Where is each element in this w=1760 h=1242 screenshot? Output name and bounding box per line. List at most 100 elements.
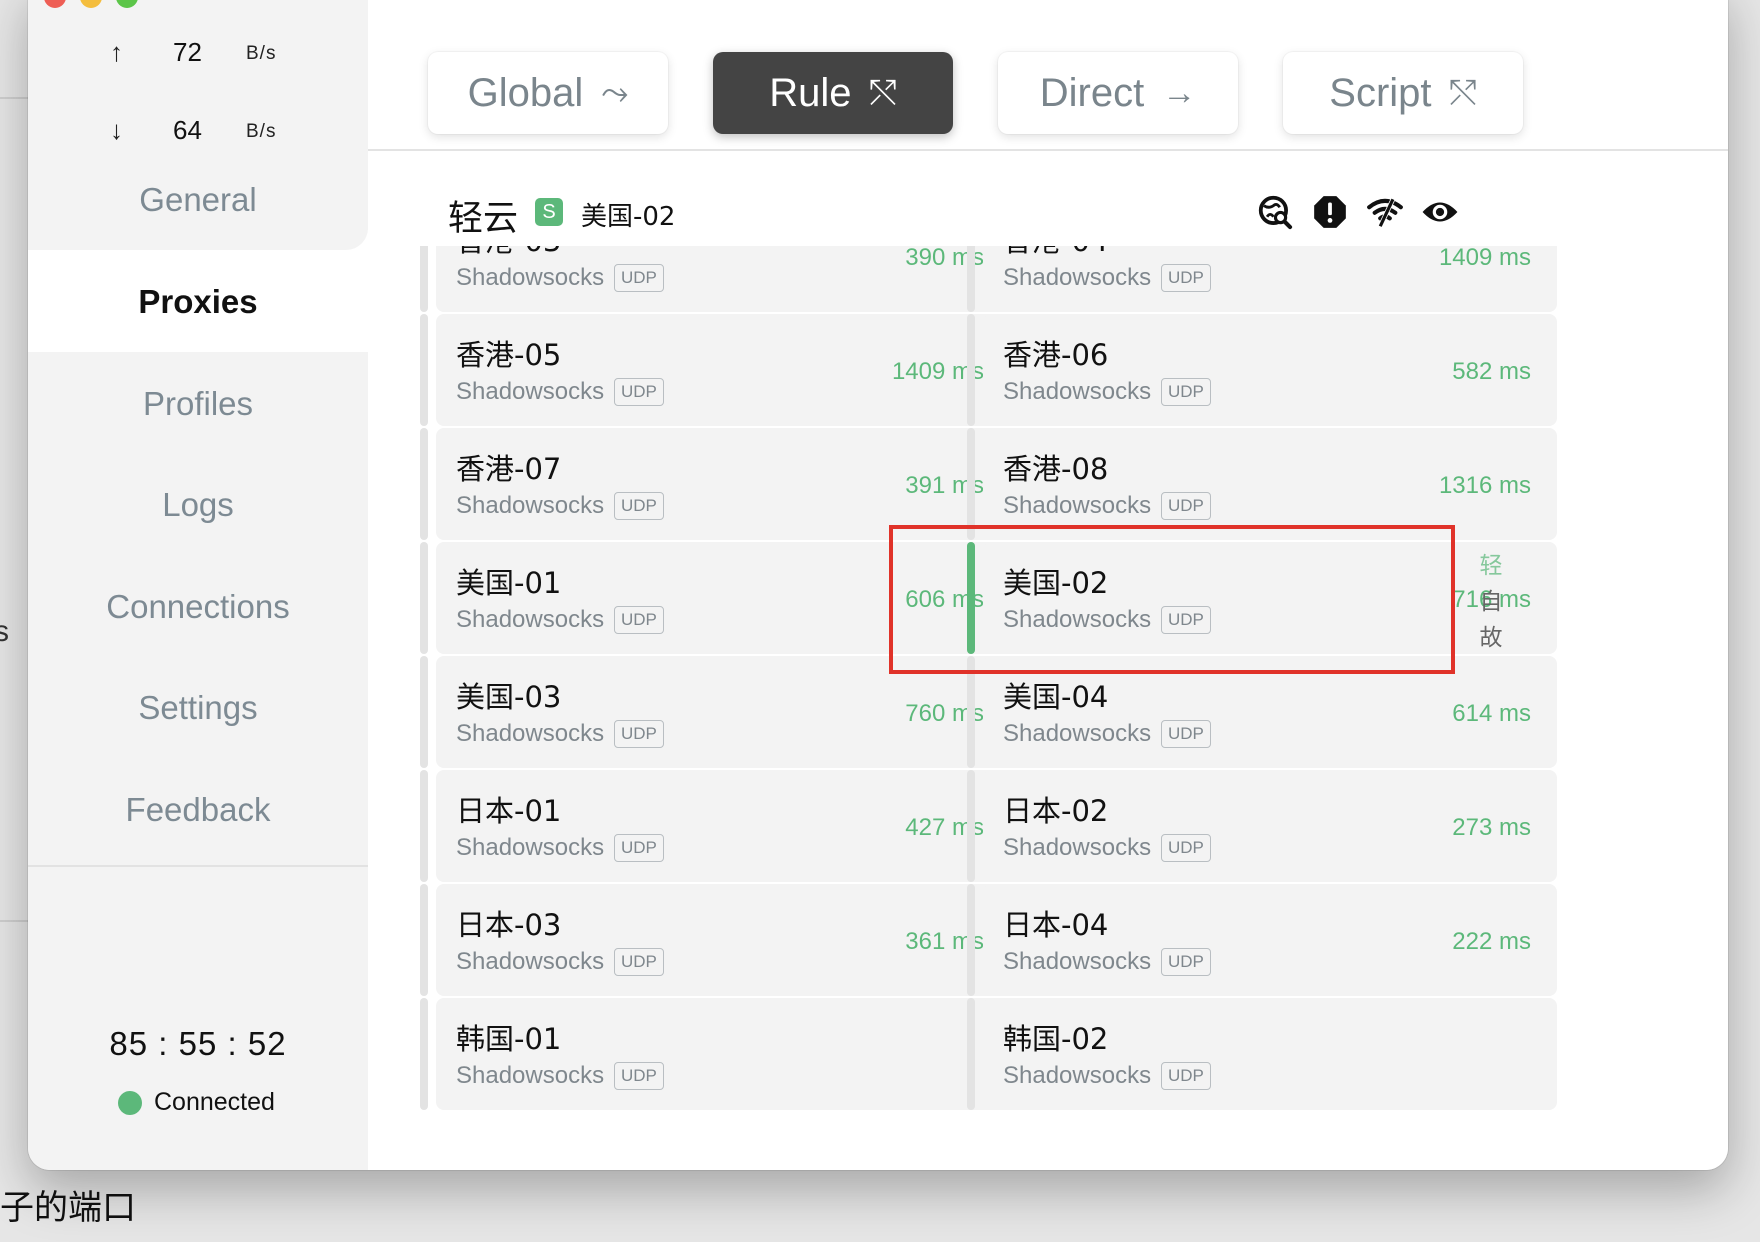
proxy-card-body[interactable]: 香港-06 Shadowsocks UDP 582 ms [983,314,1557,426]
side-index-item[interactable]: 故 [1476,620,1506,656]
proxy-type: Shadowsocks [456,378,605,405]
proxy-card[interactable]: 香港-07 Shadowsocks UDP 391 ms [420,428,1010,540]
background-caption: 子的端口 [0,1188,136,1228]
group-selected-proxy: 美国-02 [581,202,676,232]
proxy-name: 韩国-02 [1003,1022,1109,1056]
card-indicator [967,428,975,540]
proxy-card[interactable]: 美国-04 Shadowsocks UDP 614 ms [967,656,1557,768]
proxy-list: 香港-03 Shadowsocks UDP 390 ms 香港-04 Shado… [368,246,1728,1170]
alert-icon[interactable] [1311,193,1349,231]
udp-badge: UDP [1161,606,1211,634]
mode-script-button[interactable]: Script ⤲ [1283,52,1523,134]
mode-direct-button[interactable]: Direct → [998,52,1238,134]
udp-badge: UDP [1161,264,1211,292]
card-indicator [420,770,428,882]
download-speed: ↓ 64 B/s [28,113,368,153]
proxy-card-body[interactable]: 美国-03 Shadowsocks UDP 760 ms [436,656,1010,768]
proxy-delay[interactable]: 222 ms [1452,928,1531,956]
mode-global-button[interactable]: Global ⤳ [428,52,668,134]
group-type-badge: S [535,198,563,226]
proxy-card-body[interactable]: 香港-05 Shadowsocks UDP 1409 ms [436,314,1010,426]
proxy-card-body[interactable]: 日本-03 Shadowsocks UDP 361 ms [436,884,1010,996]
proxy-delay[interactable]: 614 ms [1452,700,1531,728]
proxy-card[interactable]: 美国-03 Shadowsocks UDP 760 ms [420,656,1010,768]
side-index-item[interactable]: 自 [1476,584,1506,620]
udp-badge: UDP [1161,492,1211,520]
proxy-card-body[interactable]: 韩国-01 Shadowsocks UDP [436,998,1010,1110]
group-side-index: 轻 自 故 [1476,548,1506,656]
connection-status: Connected [118,1088,275,1117]
card-indicator [967,314,975,426]
proxy-card[interactable]: 香港-04 Shadowsocks UDP 1409 ms [967,246,1557,312]
nav-item-connections[interactable]: Connections [28,557,368,657]
udp-badge: UDP [614,378,664,406]
proxy-type: Shadowsocks [456,264,605,291]
proxy-card[interactable]: 韩国-02 Shadowsocks UDP [967,998,1557,1110]
nav-item-logs[interactable]: Logs [28,455,368,555]
proxy-name: 美国-04 [1003,680,1109,714]
status-label: Connected [154,1088,275,1116]
proxy-card[interactable]: 香港-06 Shadowsocks UDP 582 ms [967,314,1557,426]
proxy-name: 美国-01 [456,566,562,600]
proxy-card-selected[interactable]: 美国-02 Shadowsocks UDP 716 ms [967,542,1557,654]
proxy-card-body[interactable]: 香港-08 Shadowsocks UDP 1316 ms [983,428,1557,540]
proxy-card[interactable]: 日本-02 Shadowsocks UDP 273 ms [967,770,1557,882]
udp-badge: UDP [614,264,664,292]
udp-badge: UDP [1161,720,1211,748]
nav-item-feedback[interactable]: Feedback [28,760,368,860]
card-indicator [420,428,428,540]
proxy-card[interactable]: 香港-03 Shadowsocks UDP 390 ms [420,246,1010,312]
proxy-type: Shadowsocks [456,606,605,633]
mode-label: Direct [1039,70,1145,115]
card-indicator [967,246,975,312]
proxy-card-body[interactable]: 香港-07 Shadowsocks UDP 391 ms [436,428,1010,540]
proxy-card[interactable]: 日本-04 Shadowsocks UDP 222 ms [967,884,1557,996]
proxy-card[interactable]: 日本-01 Shadowsocks UDP 427 ms [420,770,1010,882]
proxy-card[interactable]: 日本-03 Shadowsocks UDP 361 ms [420,884,1010,996]
proxy-delay[interactable]: 1316 ms [1439,472,1531,500]
nav-item-proxies[interactable]: Proxies [28,252,368,352]
proxy-card-body[interactable]: 美国-04 Shadowsocks UDP 614 ms [983,656,1557,768]
nav-item-profiles[interactable]: Profiles [28,354,368,454]
proxy-card-body[interactable]: 美国-01 Shadowsocks UDP 606 ms [436,542,1010,654]
proxy-type: Shadowsocks [1003,606,1152,633]
proxy-card[interactable]: 香港-08 Shadowsocks UDP 1316 ms [967,428,1557,540]
proxy-card[interactable]: 美国-01 Shadowsocks UDP 606 ms [420,542,1010,654]
eye-icon[interactable] [1421,193,1459,231]
minimize-window-button[interactable] [80,0,102,8]
proxy-name: 日本-02 [1003,794,1109,828]
proxy-type: Shadowsocks [456,834,605,861]
proxy-card-body[interactable]: 日本-01 Shadowsocks UDP 427 ms [436,770,1010,882]
proxy-card-body[interactable]: 美国-02 Shadowsocks UDP 716 ms [983,542,1557,654]
mode-label: Global [467,70,584,115]
proxy-card-body[interactable]: 日本-04 Shadowsocks UDP 222 ms [983,884,1557,996]
proxy-card[interactable]: 韩国-01 Shadowsocks UDP [420,998,1010,1110]
close-window-button[interactable] [44,0,66,8]
proxy-card-body[interactable]: 香港-03 Shadowsocks UDP 390 ms [436,246,1010,312]
mode-rule-button[interactable]: Rule ⤲ [713,52,953,134]
proxy-card[interactable]: 香港-05 Shadowsocks UDP 1409 ms [420,314,1010,426]
background-divider [0,920,30,922]
card-indicator [420,542,428,654]
proxy-delay[interactable]: 273 ms [1452,814,1531,842]
proxy-name: 香港-07 [456,452,562,486]
side-index-item[interactable]: 轻 [1476,548,1506,584]
wifi-off-icon[interactable] [1366,193,1404,231]
search-globe-icon[interactable] [1256,193,1294,231]
proxy-delay[interactable]: 1409 ms [1439,246,1531,272]
proxy-type: Shadowsocks [1003,948,1152,975]
zoom-window-button[interactable] [116,0,138,8]
proxy-type: Shadowsocks [456,1062,605,1089]
proxy-name: 香港-04 [1003,246,1108,260]
proxy-name: 日本-04 [1003,908,1109,942]
proxy-name: 日本-03 [456,908,562,942]
nav-item-general[interactable]: General [28,150,368,250]
card-indicator [967,998,975,1110]
proxy-delay[interactable]: 582 ms [1452,358,1531,386]
proxy-name: 美国-02 [1003,566,1109,600]
proxy-card-body[interactable]: 日本-02 Shadowsocks UDP 273 ms [983,770,1557,882]
proxy-card-body[interactable]: 香港-04 Shadowsocks UDP 1409 ms [983,246,1557,312]
background-text: s [0,615,9,648]
proxy-card-body[interactable]: 韩国-02 Shadowsocks UDP [983,998,1557,1110]
nav-item-settings[interactable]: Settings [28,658,368,758]
